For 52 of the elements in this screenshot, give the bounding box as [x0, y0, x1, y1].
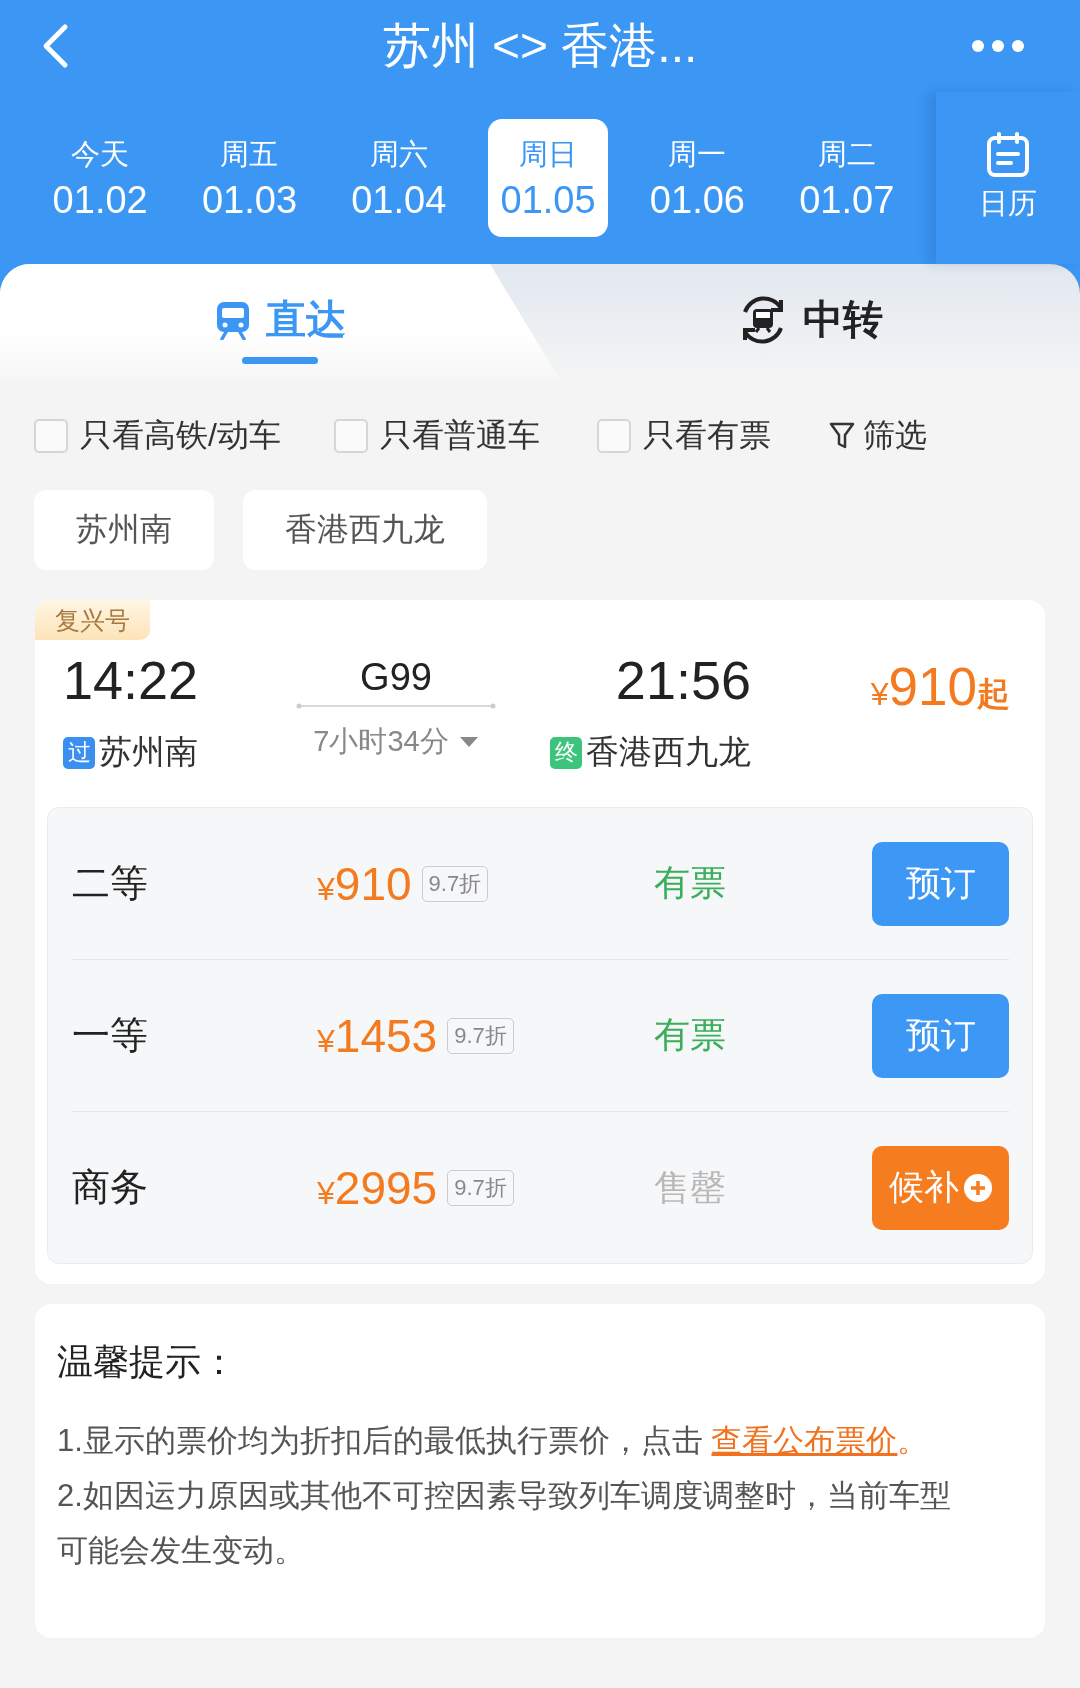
arrival-time: 21:56: [615, 649, 751, 712]
waitlist-button[interactable]: 候补: [872, 1145, 1009, 1230]
station-name: 苏州南: [99, 732, 198, 772]
book-button[interactable]: 预订: [872, 841, 1009, 926]
train-type-badge: 复兴号: [35, 600, 150, 640]
station-chip[interactable]: 香港西九龙: [243, 490, 487, 570]
checkbox[interactable]: [334, 419, 368, 453]
train-icon: [214, 299, 252, 340]
duration: 7小时34分: [313, 724, 449, 759]
seat-class: 商务: [72, 1165, 149, 1210]
station-name: 香港西九龙: [586, 732, 751, 772]
calendar-icon: [985, 132, 1030, 178]
ticket-availability: 有票: [654, 861, 727, 905]
filter-label: 只看有票: [643, 416, 771, 455]
calendar-button[interactable]: 日历: [935, 92, 1080, 264]
date-tab[interactable]: 周六 01.04: [338, 119, 459, 237]
station-tag: 过: [63, 736, 95, 769]
tip-text: 1.显示的票价均为折扣后的最低执行票价，点击 查看公布票价。: [57, 1422, 930, 1460]
filter-icon: [829, 421, 855, 451]
seat-price: ¥2995: [317, 1160, 438, 1215]
lowest-price: ¥910起: [870, 656, 1010, 717]
date-tab[interactable]: 周日 01.05: [487, 119, 609, 237]
seat-price: ¥910: [317, 856, 412, 911]
station-chip[interactable]: 苏州南: [34, 490, 214, 570]
ticket-availability: 有票: [654, 1013, 727, 1057]
date-tab[interactable]: 周二 01.07: [786, 119, 907, 237]
price-link[interactable]: 查看公布票价: [711, 1423, 898, 1458]
plus-circle-icon: [962, 1172, 993, 1203]
seat-class: 一等: [72, 1013, 149, 1058]
filter-button[interactable]: 筛选: [829, 414, 1080, 458]
ticket-availability: 售罄: [654, 1165, 727, 1210]
date-tab[interactable]: 周五 01.03: [189, 119, 310, 237]
tips-title: 温馨提示：: [57, 1340, 238, 1384]
station-tag: 终: [550, 736, 582, 769]
filter-label: 只看普通车: [380, 416, 540, 455]
date-tab[interactable]: 周一 01.06: [637, 119, 758, 237]
discount-badge: 9.7折: [421, 865, 489, 902]
seat-price: ¥1453: [317, 1008, 438, 1063]
train-number: G99: [360, 655, 432, 700]
page-title: 苏州 <> 香港...: [381, 18, 699, 74]
filter-label: 只看高铁/动车: [80, 416, 281, 455]
tip-text: 2.如因运力原因或其他不可控因素导致列车调度调整时，当前车型可能会发生变动。: [57, 1477, 952, 1570]
discount-badge: 9.7折: [447, 1169, 514, 1206]
seat-class: 二等: [72, 861, 149, 906]
departure-time: 14:22: [63, 649, 200, 712]
date-tab[interactable]: 今天 01.02: [40, 119, 161, 237]
book-button[interactable]: 预订: [872, 993, 1009, 1078]
checkbox[interactable]: [34, 419, 68, 453]
discount-badge: 9.7折: [447, 1017, 514, 1054]
checkbox[interactable]: [597, 419, 631, 453]
dropdown-icon[interactable]: [458, 736, 479, 748]
more-icon[interactable]: [971, 39, 1025, 53]
